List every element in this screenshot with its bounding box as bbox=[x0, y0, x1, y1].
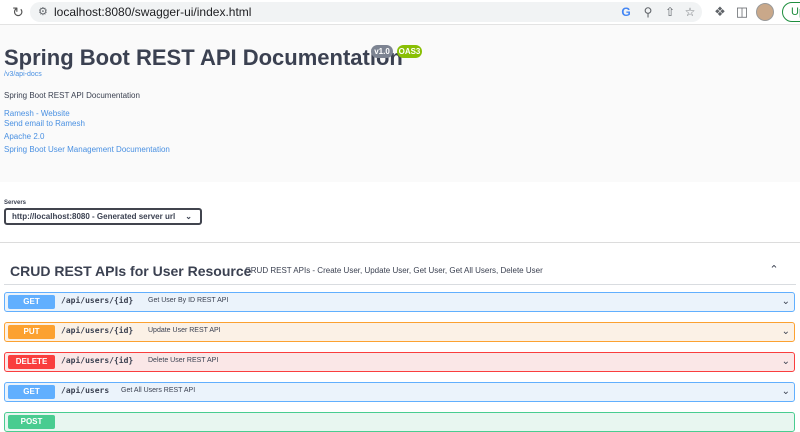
share-icon[interactable]: ⇧ bbox=[662, 4, 678, 20]
operation-path: /api/users bbox=[61, 386, 110, 395]
operation-summary: Delete User REST API bbox=[148, 357, 219, 364]
update-button[interactable]: Up bbox=[782, 2, 800, 22]
operation-summary: Update User REST API bbox=[148, 327, 221, 334]
tag-title[interactable]: CRUD REST APIs for User Resource bbox=[10, 263, 251, 279]
external-docs-link[interactable]: Spring Boot User Management Documentatio… bbox=[4, 145, 170, 154]
server-select-value: http://localhost:8080 - Generated server… bbox=[12, 212, 176, 221]
operation-summary: Get All Users REST API bbox=[121, 387, 196, 394]
operation-path: /api/users/{id} bbox=[61, 296, 134, 305]
contact-website-link[interactable]: Ramesh - Website bbox=[4, 109, 70, 118]
api-info: Spring Boot REST API Documentation v1.0 … bbox=[0, 25, 800, 182]
star-icon[interactable]: ☆ bbox=[682, 4, 698, 20]
api-description: Spring Boot REST API Documentation bbox=[4, 91, 140, 100]
operation-delete-user[interactable]: DELETE /api/users/{id} Delete User REST … bbox=[4, 352, 795, 372]
oas-badge: OAS3 bbox=[397, 45, 422, 58]
operation-path: /api/users/{id} bbox=[61, 356, 134, 365]
reload-icon[interactable]: ↻ bbox=[10, 4, 26, 20]
avatar[interactable] bbox=[756, 3, 774, 21]
servers-label: Servers bbox=[4, 200, 27, 206]
chevron-down-icon[interactable]: ⌄ bbox=[782, 325, 790, 339]
license-link[interactable]: Apache 2.0 bbox=[4, 132, 44, 141]
chevron-up-icon[interactable]: ⌃ bbox=[764, 262, 784, 278]
side-panel-icon[interactable]: ◫ bbox=[734, 4, 750, 20]
operation-update-user[interactable]: PUT /api/users/{id} Update User REST API… bbox=[4, 322, 795, 342]
method-badge: POST bbox=[8, 415, 55, 429]
chevron-down-icon[interactable]: ⌄ bbox=[782, 355, 790, 369]
api-docs-link[interactable]: /v3/api-docs bbox=[4, 71, 42, 78]
tag-divider bbox=[4, 284, 796, 285]
chevron-down-icon[interactable]: ⌄ bbox=[782, 295, 790, 309]
zoom-icon[interactable]: ⚲ bbox=[640, 4, 656, 20]
method-badge: GET bbox=[8, 295, 55, 309]
version-badge: v1.0 bbox=[371, 45, 393, 58]
operation-get-user-by-id[interactable]: GET /api/users/{id} Get User By ID REST … bbox=[4, 292, 795, 312]
browser-toolbar: ↻ ⚙ localhost:8080/swagger-ui/index.html… bbox=[0, 0, 800, 25]
page-title: Spring Boot REST API Documentation bbox=[4, 45, 403, 70]
chevron-down-icon: ⌄ bbox=[185, 212, 192, 221]
tag-description: CRUD REST APIs - Create User, Update Use… bbox=[245, 266, 543, 275]
puzzle-icon[interactable]: ❖ bbox=[712, 4, 728, 20]
google-icon[interactable]: G bbox=[618, 4, 634, 20]
method-badge: PUT bbox=[8, 325, 55, 339]
url-text[interactable]: localhost:8080/swagger-ui/index.html bbox=[54, 5, 251, 19]
operation-get-all-users[interactable]: GET /api/users Get All Users REST API ⌄ bbox=[4, 382, 795, 402]
method-badge: DELETE bbox=[8, 355, 55, 369]
contact-email-link[interactable]: Send email to Ramesh bbox=[4, 119, 85, 128]
tune-icon[interactable]: ⚙ bbox=[38, 5, 48, 19]
address-bar[interactable]: ⚙ localhost:8080/swagger-ui/index.html G… bbox=[30, 2, 702, 22]
chevron-down-icon[interactable]: ⌄ bbox=[782, 385, 790, 399]
operation-path: /api/users/{id} bbox=[61, 326, 134, 335]
section-divider bbox=[0, 242, 800, 243]
server-select[interactable]: http://localhost:8080 - Generated server… bbox=[4, 208, 202, 225]
operation-summary: Get User By ID REST API bbox=[148, 297, 229, 304]
operation-create-user[interactable]: POST bbox=[4, 412, 795, 432]
method-badge: GET bbox=[8, 385, 55, 399]
